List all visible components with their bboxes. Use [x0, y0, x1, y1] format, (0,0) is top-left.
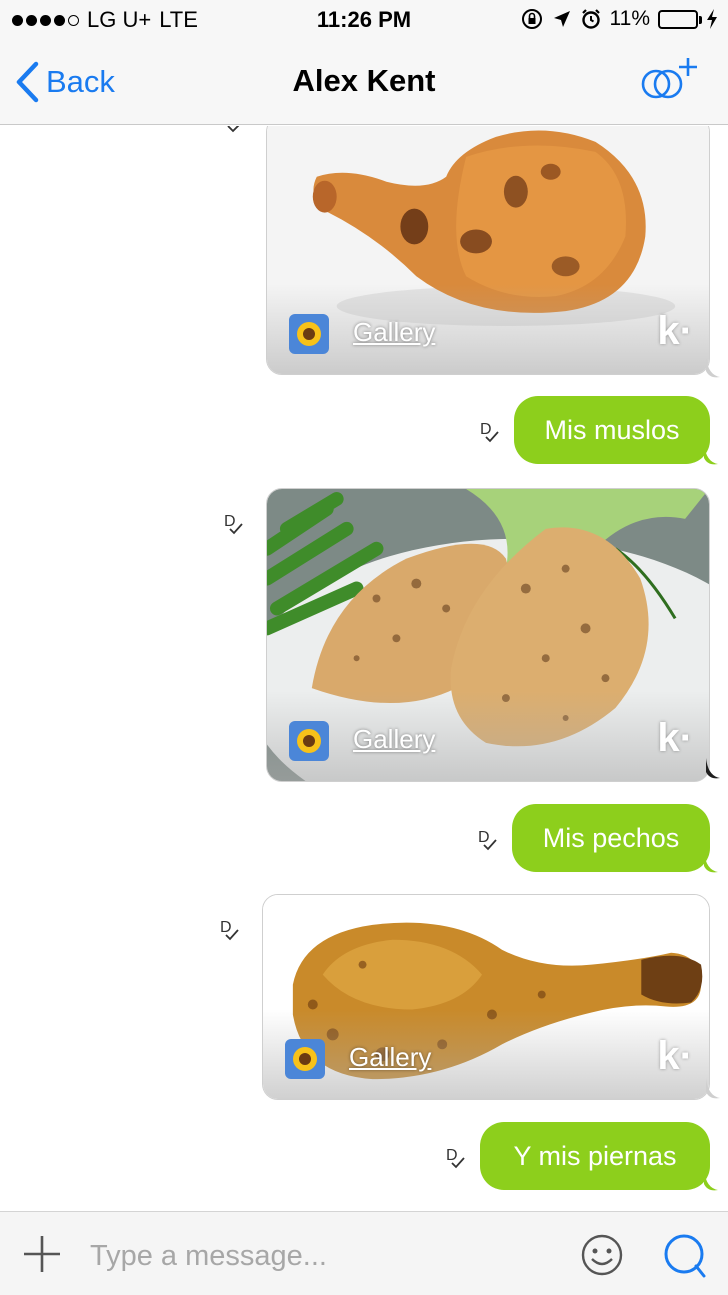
sent-text-message[interactable]: Y mis piernas: [480, 1122, 710, 1190]
kik-logo: k·: [657, 309, 693, 353]
bubble-tail: [704, 444, 718, 465]
delivered-status-icon: D: [478, 829, 497, 851]
svg-text:D: D: [480, 421, 492, 438]
emoji-icon[interactable]: [580, 1233, 624, 1277]
message-text: Mis muslos: [544, 414, 680, 445]
kik-logo: k·: [657, 716, 693, 760]
plus-icon[interactable]: [22, 1234, 62, 1274]
bubble-tail: [706, 758, 720, 779]
sunflower-icon[interactable]: [285, 1039, 325, 1079]
battery-icon: [658, 9, 702, 29]
conversation-title: Alex Kent: [292, 63, 436, 98]
status-bar: LG U+ LTE 11:26 PM 11%: [0, 0, 728, 40]
delivered-status-icon: D: [220, 919, 239, 941]
message-composer: [0, 1211, 728, 1295]
kik-logo: k·: [657, 1034, 693, 1078]
card-caption-shade: [263, 1009, 709, 1099]
navigation-bar: Back Alex Kent: [0, 40, 728, 125]
gallery-link[interactable]: Gallery: [353, 317, 435, 348]
photo-message[interactable]: Gallery k·: [262, 894, 710, 1100]
status-icons: 11%: [520, 7, 718, 31]
rotation-lock-icon: [521, 9, 542, 29]
delivered-status-icon: D: [224, 513, 243, 535]
sunflower-icon[interactable]: [289, 721, 329, 761]
alarm-icon: [581, 9, 600, 29]
gallery-link[interactable]: Gallery: [353, 724, 435, 755]
battery-percent: 11%: [609, 7, 650, 30]
bubble-tail: [706, 357, 720, 378]
message-input[interactable]: [90, 1236, 550, 1276]
gallery-link[interactable]: Gallery: [349, 1042, 431, 1073]
message-list[interactable]: Gallery k· D Mis muslos D Gallery k· D M…: [0, 126, 728, 1211]
svg-text:D: D: [224, 513, 236, 530]
card-caption-shade: [267, 691, 709, 781]
photo-message[interactable]: Gallery k·: [266, 126, 710, 375]
charging-bolt-icon: [707, 9, 717, 29]
photo-message[interactable]: Gallery k·: [266, 488, 710, 782]
location-arrow-icon: [553, 11, 570, 27]
sent-text-message[interactable]: Mis muslos: [514, 396, 710, 464]
card-caption-shade: [267, 284, 709, 374]
svg-text:D: D: [478, 829, 490, 846]
search-icon[interactable]: [660, 1232, 708, 1280]
delivered-check-icon: [227, 126, 240, 133]
bubble-tail: [706, 1078, 720, 1099]
message-text: Y mis piernas: [513, 1140, 677, 1171]
svg-text:D: D: [446, 1147, 458, 1164]
bubble-tail: [704, 852, 718, 873]
delivered-status-icon: D: [446, 1147, 465, 1169]
sunflower-icon[interactable]: [289, 314, 329, 354]
message-text: Mis pechos: [542, 822, 680, 853]
svg-text:D: D: [220, 919, 232, 936]
delivered-status-icon: D: [480, 421, 499, 443]
add-people-icon[interactable]: [634, 54, 704, 104]
sent-text-message[interactable]: Mis pechos: [512, 804, 710, 872]
bubble-tail: [704, 1170, 718, 1191]
chat-screen: LG U+ LTE 11:26 PM 11% Back Alex Kent Ga…: [0, 0, 728, 1295]
